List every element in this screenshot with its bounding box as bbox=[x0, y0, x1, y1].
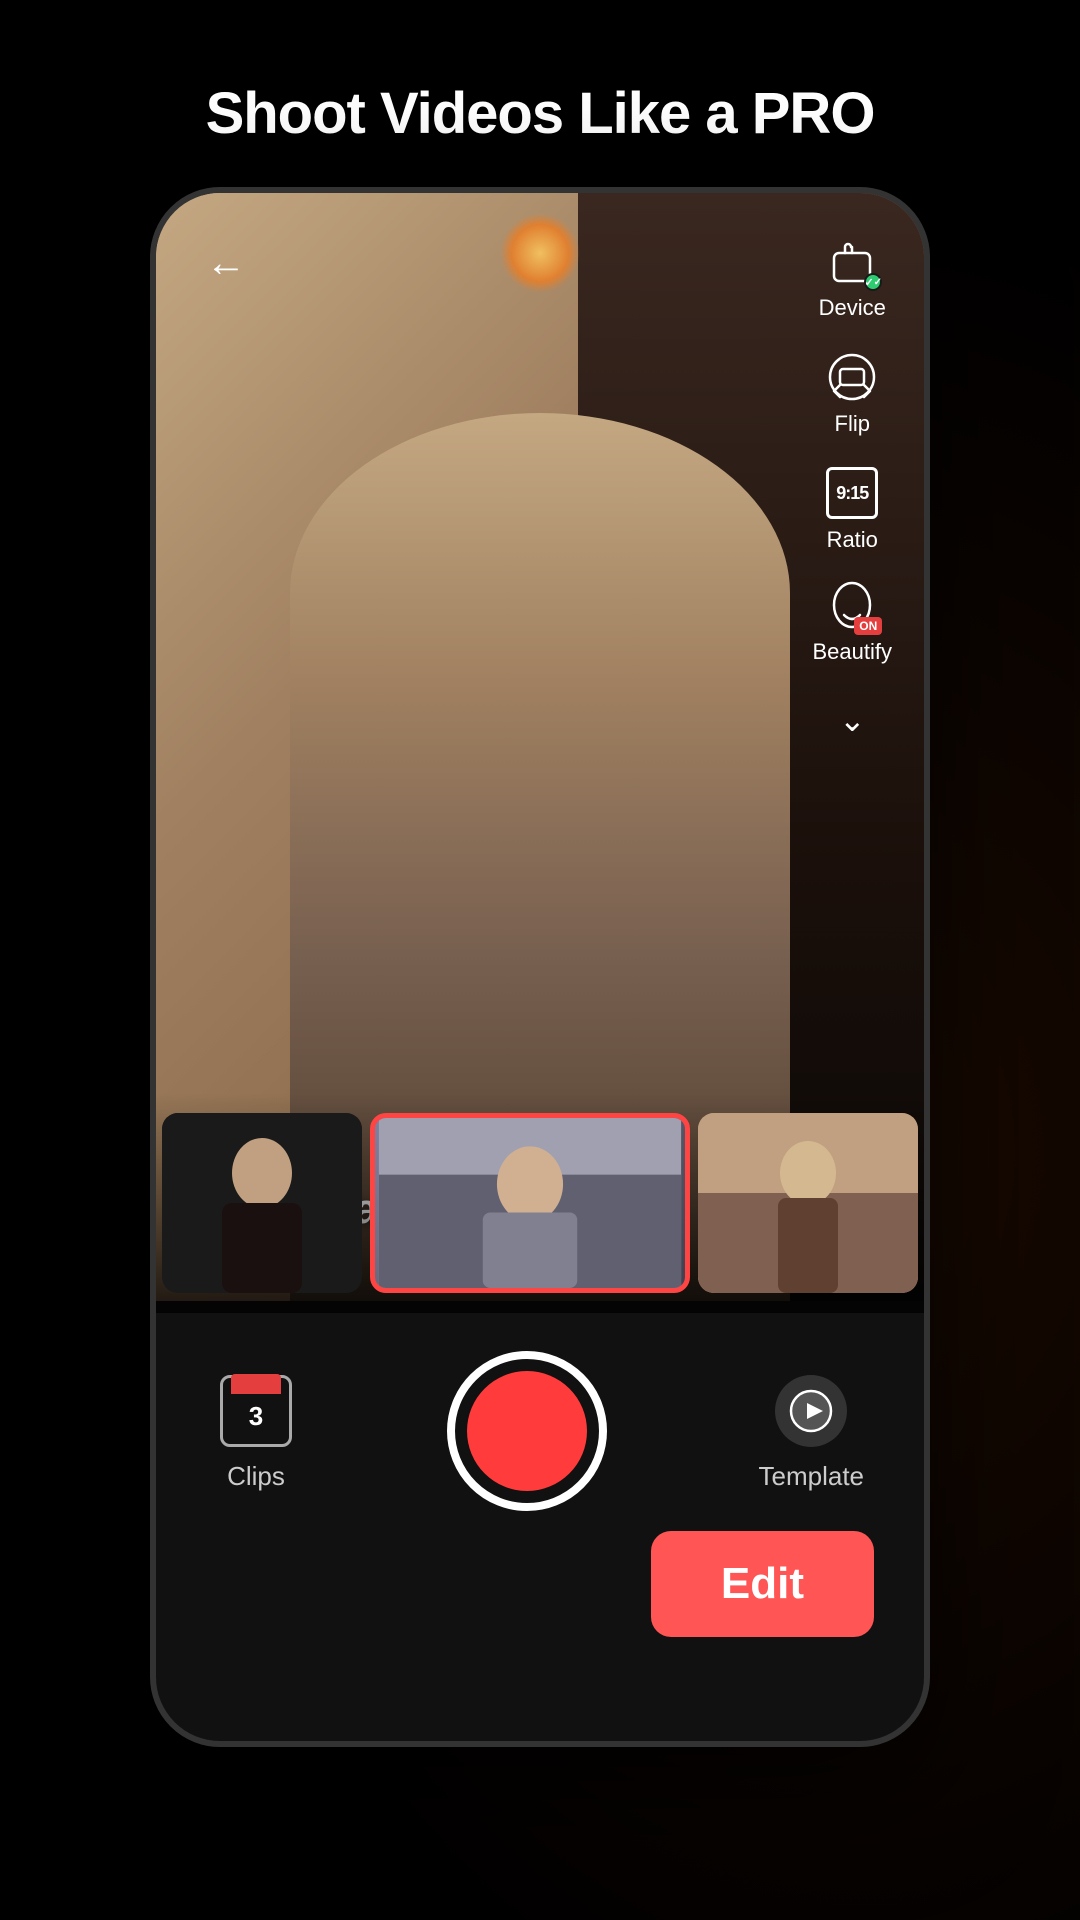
flip-label: Flip bbox=[835, 411, 870, 437]
ratio-label: Ratio bbox=[827, 527, 878, 553]
template-button[interactable]: Template bbox=[759, 1371, 865, 1492]
beautify-label: Beautify bbox=[813, 639, 893, 665]
camera-preview[interactable]: ← ✓ Device bbox=[156, 193, 924, 1313]
ratio-icon: 9:15 bbox=[824, 465, 880, 521]
record-button[interactable] bbox=[447, 1351, 607, 1511]
device-label: Device bbox=[819, 295, 886, 321]
edit-button[interactable]: Edit bbox=[651, 1531, 874, 1637]
page-title: Shoot Videos Like a PRO bbox=[146, 80, 935, 147]
template-label: Template bbox=[759, 1461, 865, 1492]
thumbnail-2[interactable] bbox=[370, 1113, 690, 1293]
flip-icon bbox=[824, 349, 880, 405]
sidebar-item-flip[interactable]: Flip bbox=[812, 339, 892, 447]
camera-bg-light bbox=[500, 213, 580, 293]
clips-label: Clips bbox=[227, 1461, 285, 1492]
clips-icon-wrap: 3 bbox=[216, 1371, 296, 1451]
phone-mockup: ← ✓ Device bbox=[150, 187, 930, 1747]
back-button[interactable]: ← bbox=[196, 233, 256, 293]
thumbnail-1[interactable] bbox=[162, 1113, 362, 1293]
ratio-value-display: 9:15 bbox=[826, 467, 878, 519]
controls-row: 3 Clips Templat bbox=[156, 1301, 924, 1531]
record-inner-circle bbox=[467, 1371, 587, 1491]
sidebar-expand-button[interactable]: ⌄ bbox=[827, 683, 878, 749]
thumbnail-3[interactable] bbox=[698, 1113, 918, 1293]
back-arrow-icon: ← bbox=[206, 243, 246, 283]
thumb-1-image bbox=[162, 1113, 362, 1293]
template-icon bbox=[775, 1375, 847, 1447]
ratio-text: 9:15 bbox=[836, 483, 868, 504]
beautify-icon: ON bbox=[826, 581, 878, 633]
sidebar-item-ratio[interactable]: 9:15 Ratio bbox=[812, 455, 892, 563]
clips-count: 3 bbox=[249, 1401, 263, 1432]
clips-button[interactable]: 3 Clips bbox=[216, 1371, 296, 1492]
sidebar-item-device[interactable]: ✓ Device bbox=[807, 223, 898, 331]
device-icon: ✓ bbox=[824, 233, 880, 289]
right-sidebar: ✓ Device Flip bbox=[801, 223, 905, 749]
thumb-3-image bbox=[698, 1113, 918, 1293]
bottom-controls: 3 Clips Templat bbox=[156, 1301, 924, 1741]
sidebar-item-beautify[interactable]: ON Beautify bbox=[801, 571, 905, 675]
clips-icon: 3 bbox=[220, 1375, 292, 1447]
beautify-on-badge: ON bbox=[854, 617, 882, 635]
template-icon-wrap bbox=[771, 1371, 851, 1451]
chevron-down-icon: ⌄ bbox=[839, 701, 866, 739]
thumbnail-strip bbox=[156, 1093, 924, 1313]
beautify-on-text: ON bbox=[859, 619, 877, 633]
thumb-2-image bbox=[375, 1118, 685, 1288]
clips-calendar-header bbox=[231, 1374, 281, 1394]
